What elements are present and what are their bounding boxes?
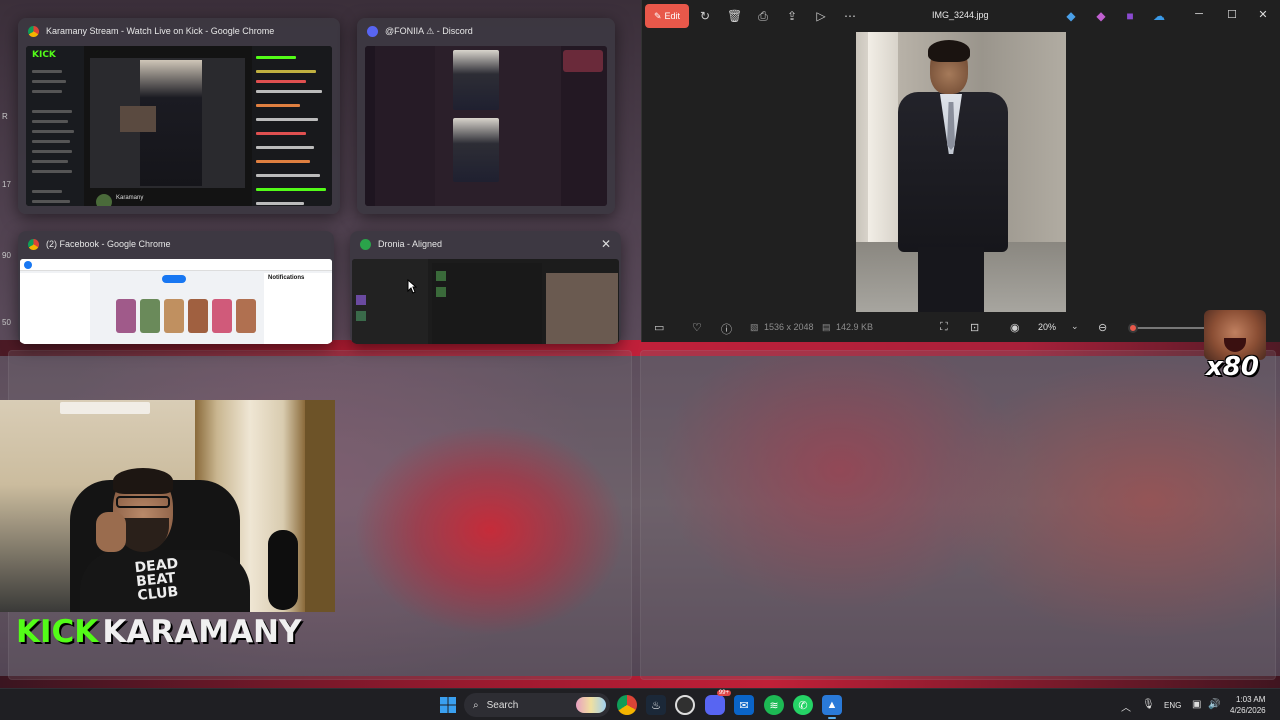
clock-time[interactable]: 1:03 AM <box>1236 695 1265 704</box>
file-name: IMG_3244.jpg <box>932 10 989 20</box>
window-preview <box>365 46 607 206</box>
network-icon[interactable]: ▣ <box>1192 699 1201 710</box>
photos-toolbar: ✎ Edit ↻ 🗑 ⎙ ⇪ ▷ ⋯ IMG_3244.jpg ◆ ◆ ■ ☁ … <box>642 0 1280 32</box>
chrome-icon <box>28 238 39 250</box>
paint-icon[interactable] <box>576 697 606 713</box>
streamer-name: Karamany <box>116 195 144 201</box>
search-icon: ⌕ <box>473 699 479 711</box>
window-preview: Notifications <box>20 259 332 344</box>
window-header: Karamany Stream - Watch Live on Kick - G… <box>18 18 340 44</box>
window-title: Karamany Stream - Watch Live on Kick - G… <box>46 26 275 36</box>
chevron-up-icon[interactable]: ︿ <box>1121 699 1131 714</box>
language-indicator[interactable]: ENG <box>1164 701 1181 710</box>
kick-logo: KICK <box>32 50 56 60</box>
kick-sidebar: KICK <box>26 46 84 206</box>
onedrive-icon[interactable]: ☁ <box>1152 9 1166 23</box>
file-size-icon: ▤ <box>822 322 831 332</box>
window-preview: KICK Karamany <box>26 46 332 206</box>
designer-icon[interactable]: ◆ <box>1064 9 1078 23</box>
file-size: 142.9 KB <box>836 322 874 332</box>
photos-status-bar: ▭ ♡ ⓘ ▧ 1536 x 2048 ▤ 142.9 KB ⛶ ⊡ ◉ 20%… <box>642 312 1280 342</box>
window-preview <box>352 259 619 344</box>
emote-count: x80 <box>1206 352 1259 382</box>
kick-chat <box>252 46 332 206</box>
whatsapp-icon[interactable]: ✆ <box>793 695 813 715</box>
kick-brand: KICK <box>16 614 99 650</box>
edge-label: R <box>2 112 8 121</box>
task-view-dronia-window[interactable]: Dronia - Aligned ✕ <box>350 231 621 344</box>
microphone-icon[interactable]: 🎙 <box>1142 699 1155 710</box>
image-size-icon: ▧ <box>750 322 759 332</box>
zoom-fit-icon[interactable]: ◉ <box>1010 321 1020 334</box>
chrome-icon <box>28 25 39 37</box>
edge-label: 90 <box>2 251 11 260</box>
chevron-down-icon[interactable]: ⌄ <box>1071 321 1079 332</box>
favorite-icon[interactable]: ♡ <box>692 321 702 334</box>
window-header: Dronia - Aligned ✕ <box>350 231 621 257</box>
windows-start-icon[interactable] <box>438 695 458 715</box>
clipchamp-icon[interactable]: ■ <box>1123 9 1137 23</box>
window-title: (2) Facebook - Google Chrome <box>46 239 171 249</box>
fit-screen-icon[interactable]: ⛶ <box>940 321 948 334</box>
mouse-cursor-icon <box>407 279 417 294</box>
discord-icon <box>367 25 378 37</box>
image-dimensions: 1536 x 2048 <box>764 322 814 332</box>
discord-icon[interactable]: 99+ <box>705 690 731 715</box>
stream-name-banner: KICK KARAMANY <box>16 614 301 650</box>
delete-icon[interactable]: 🗑 <box>727 9 742 23</box>
taskbar-search[interactable]: ⌕ Search <box>464 693 610 717</box>
window-title: Dronia - Aligned <box>378 239 443 249</box>
shirt-print: DEAD BEAT CLUB <box>133 555 179 605</box>
kick-video-player[interactable] <box>90 58 245 188</box>
webcam-overlay: DEAD BEAT CLUB <box>0 400 335 612</box>
notifications-header: Notifications <box>268 275 305 281</box>
close-icon[interactable]: ✕ <box>1256 8 1270 21</box>
close-icon[interactable]: ✕ <box>601 237 611 251</box>
info-icon[interactable]: ⓘ <box>721 321 732 337</box>
edge-label: 50 <box>2 318 11 327</box>
steam-icon[interactable]: ♨ <box>646 695 666 715</box>
facebook-icon <box>24 261 32 269</box>
maximize-icon[interactable]: ☐ <box>1225 8 1239 21</box>
obs-icon[interactable] <box>675 695 695 715</box>
rotate-icon[interactable]: ↻ <box>698 9 712 23</box>
task-view-facebook-window[interactable]: (2) Facebook - Google Chrome Notificatio… <box>18 231 334 344</box>
window-header: (2) Facebook - Google Chrome <box>18 231 334 257</box>
streamer-avatar <box>96 194 112 206</box>
zoom-slider-thumb[interactable] <box>1128 323 1138 333</box>
window-header: @FONIIA ⚠ - Discord <box>357 18 615 44</box>
chrome-icon[interactable] <box>617 695 637 715</box>
snap-zone-bottom-right[interactable] <box>640 350 1276 680</box>
filmstrip-icon[interactable]: ▭ <box>654 321 664 334</box>
copilot-icon[interactable]: ◆ <box>1094 9 1108 23</box>
spotify-icon[interactable]: ≋ <box>764 695 784 715</box>
task-view-discord-window[interactable]: @FONIIA ⚠ - Discord <box>357 18 615 214</box>
more-icon[interactable]: ⋯ <box>843 9 857 23</box>
photos-icon[interactable]: ▲ <box>822 695 842 719</box>
window-title: @FONIIA ⚠ - Discord <box>385 25 473 36</box>
edit-label: Edit <box>664 11 681 21</box>
edit-button[interactable]: ✎ Edit <box>645 4 689 28</box>
photos-app-window[interactable]: ✎ Edit ↻ 🗑 ⎙ ⇪ ▷ ⋯ IMG_3244.jpg ◆ ◆ ■ ☁ … <box>641 0 1280 342</box>
volume-icon[interactable]: 🔊 <box>1208 699 1220 710</box>
slideshow-icon[interactable]: ▷ <box>814 9 828 23</box>
zoom-out-icon[interactable]: ⊖ <box>1098 321 1107 334</box>
zoom-dropdown[interactable]: 20% <box>1038 322 1056 332</box>
actual-size-icon[interactable]: ⊡ <box>970 321 979 334</box>
edge-label: 17 <box>2 180 11 189</box>
streamer-username: KARAMANY <box>102 614 302 650</box>
task-view-kick-window[interactable]: Karamany Stream - Watch Live on Kick - G… <box>18 18 340 214</box>
print-icon[interactable]: ⎙ <box>756 9 770 23</box>
edit-icon: ✎ <box>653 10 662 21</box>
discord-badge: 99+ <box>716 690 731 696</box>
outlook-icon[interactable]: ✉ <box>734 695 754 715</box>
search-label: Search <box>486 699 519 711</box>
minimize-icon[interactable]: ─ <box>1192 8 1206 20</box>
photo-image[interactable] <box>856 32 1066 312</box>
taskbar: ⌕ Search ♨ 99+ ✉ ≋ ✆ ▲ ︿ 🎙 ENG ▣ 🔊 1:03 … <box>0 688 1280 720</box>
dronia-icon <box>360 238 371 250</box>
share-icon[interactable]: ⇪ <box>785 9 799 23</box>
clock-date[interactable]: 4/26/2026 <box>1230 706 1266 715</box>
